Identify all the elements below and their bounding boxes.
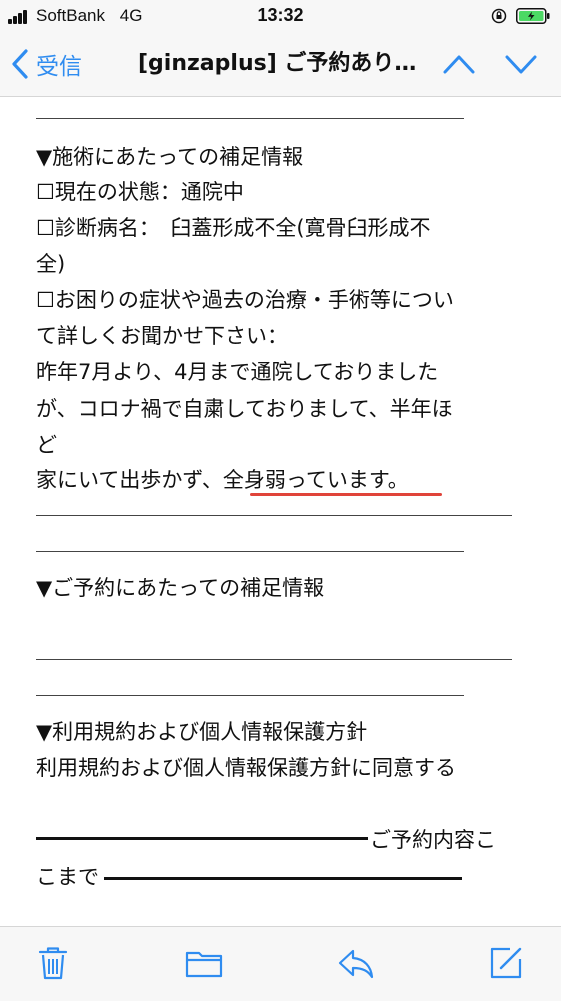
reply-button[interactable] [336,943,376,983]
mail-toolbar [0,926,561,1001]
reply-icon [338,949,374,979]
body-text-line: が、コロナ禍で自粛しておりまして、半年ほ [36,397,453,421]
status-bar: SoftBank 4G 13:32 [0,0,561,32]
symptoms-question-line: ☐お困りの症状や過去の治療・手術等につい [36,288,454,312]
footer-rule [36,837,368,840]
mail-nav-bar: 受信 [ginzaplus] ご予約あり… [0,32,561,97]
email-subject-title: [ginzaplus] ご予約あり… [138,51,417,76]
footer-rule [104,877,462,880]
body-text-line: 昨年7月より、4月まで通院しておりました [36,360,439,384]
previous-message-icon[interactable] [442,50,476,78]
divider [36,515,512,516]
rotation-lock-icon [491,8,507,24]
section-heading-reservation: ▼ご予約にあたっての補足情報 [36,576,325,600]
red-underline-annotation [250,493,442,496]
section-heading-treatment: ▼施術にあたっての補足情報 [36,145,304,169]
compose-button[interactable] [486,943,526,983]
footer-text-end: ご予約内容こ [370,828,496,852]
body-text-suffix: 。 [387,468,409,492]
status-time: 13:32 [257,5,304,25]
divider [36,695,464,696]
body-text-line-highlighted: 家にいて出歩かず、全身弱っています。 [36,465,409,495]
terms-agreement-line: 利用規約および個人情報保護方針に同意する [36,756,456,780]
delete-button[interactable] [33,943,73,983]
divider [36,659,512,660]
back-label: 受信 [36,54,82,80]
chevron-left-icon [12,49,28,79]
divider [36,118,464,119]
diagnosis-line: ☐診断病名： 臼蓋形成不全(寛骨臼形成不 [36,216,431,240]
body-text-line: ど [36,433,57,457]
folder-icon [185,951,223,978]
highlighted-phrase: 全身弱っています [222,468,388,492]
next-message-icon[interactable] [504,50,538,78]
email-body: ▼施術にあたっての補足情報 ☐現在の状態：通院中 ☐診断病名： 臼蓋形成不全(寛… [0,97,561,925]
battery-icon [516,8,550,24]
footer-text-start: こまで [36,865,99,889]
symptoms-question-line-wrap: て詳しくお聞かせ下さい： [36,324,288,348]
back-button[interactable]: 受信 [10,48,82,80]
diagnosis-line-wrap: 全) [36,252,66,276]
divider [36,551,464,552]
current-status-line: ☐現在の状態：通院中 [36,180,244,204]
move-to-folder-button[interactable] [184,943,224,983]
section-heading-terms: ▼利用規約および個人情報保護方針 [36,720,368,744]
trash-icon [38,947,68,980]
body-text-prefix: 家にいて出歩かず、 [36,468,223,492]
compose-icon [490,947,522,979]
